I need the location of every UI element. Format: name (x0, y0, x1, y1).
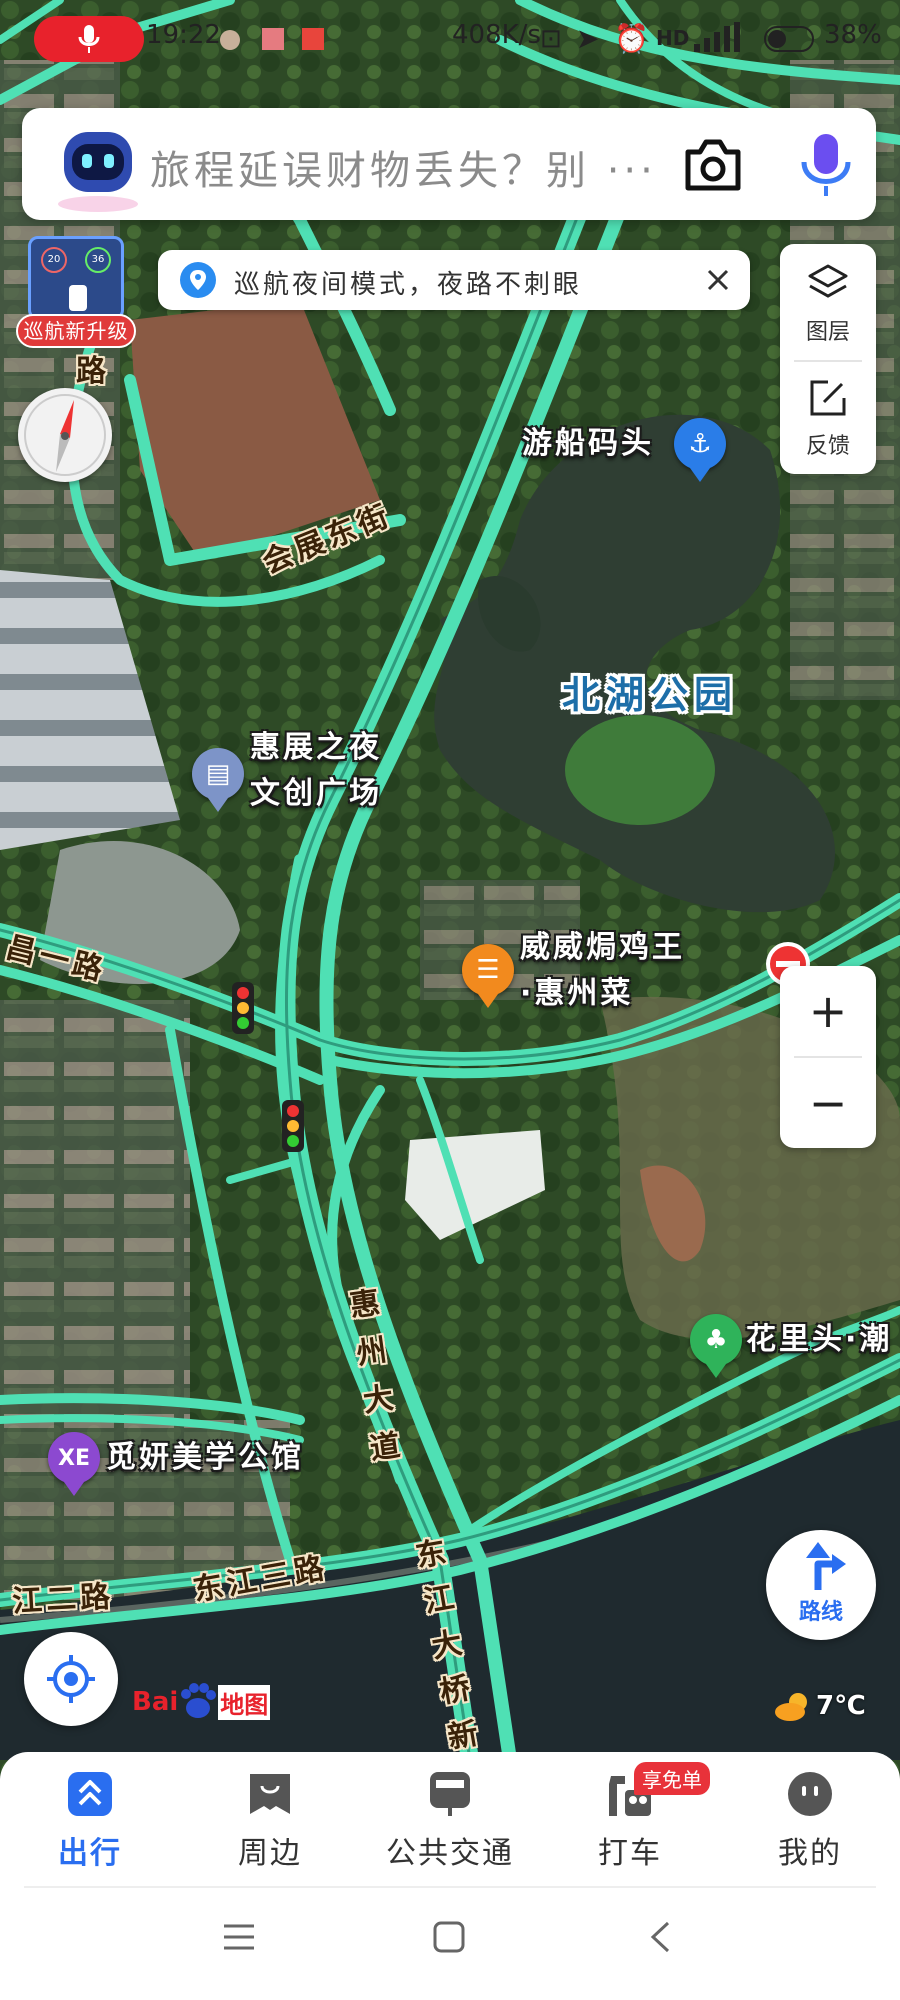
battery-icon (764, 26, 814, 52)
poi-pier[interactable]: 游船码头 (522, 424, 654, 464)
hd-icon: HD (656, 26, 690, 50)
poi-beauty[interactable]: 觅妍美学公馆 (106, 1438, 304, 1478)
cloudy-sun-icon (775, 1693, 807, 1721)
map-tools-panel: 图层 反馈 (780, 244, 876, 474)
tab-public-transit[interactable]: 公共交通 (370, 1770, 530, 1872)
poi-plaza-line2[interactable]: 文创广场 (250, 774, 382, 814)
feedback-button[interactable]: 反馈 (780, 372, 876, 472)
tab-label: 打车 (598, 1836, 662, 1871)
logo-text-map: 地图 (218, 1684, 271, 1720)
baidu-map-logo: Bai 地图 (132, 1682, 271, 1722)
zoom-in-button[interactable]: + (780, 966, 876, 1056)
anchor-icon[interactable]: ⚓ (674, 418, 726, 482)
layers-button[interactable]: 图层 (780, 258, 876, 358)
menu-icon[interactable] (222, 1922, 256, 1952)
poi-flower[interactable]: 花里头·潮 (746, 1320, 892, 1360)
home-icon[interactable] (432, 1920, 466, 1954)
route-arrow-icon (806, 1542, 846, 1590)
traffic-light-icon (232, 982, 254, 1034)
close-icon[interactable] (706, 268, 730, 292)
layers-icon (808, 264, 848, 298)
poi-restaurant-line2[interactable]: ·惠州菜 (520, 974, 633, 1014)
tab-label: 周边 (238, 1836, 302, 1871)
route-label: 路线 (798, 1600, 843, 1625)
nfc-icon: ⊡ (540, 24, 562, 54)
divider (24, 1886, 876, 1888)
paw-icon (181, 1683, 217, 1718)
road-label-jiang-er: 江二路 (11, 1579, 116, 1620)
tab-taxi[interactable]: 打车 享免单 (550, 1762, 710, 1872)
search-input[interactable]: 旅程延误财物丢失？别 ··· (150, 138, 657, 196)
profile-icon (788, 1772, 832, 1816)
traffic-light-icon (282, 1100, 304, 1152)
cruise-upgrade-label: 巡航新升级 (16, 314, 136, 348)
tab-label: 我的 (778, 1836, 842, 1871)
battery-percent: 38% (824, 20, 882, 50)
restaurant-icon[interactable]: ☰ (462, 944, 514, 1008)
road-label-fragment: 路 (76, 354, 110, 389)
layers-label: 图层 (805, 320, 850, 345)
network-speed: 408K/s (452, 20, 541, 50)
speed-limit-right: 36 (85, 247, 111, 273)
assistant-robot-icon[interactable] (50, 118, 146, 214)
status-bar: 19:22 408K/s ⊡ ➤ ⏰ HD 38% (0, 0, 900, 78)
cruise-panel: 20 36 (28, 236, 124, 320)
compass-icon (24, 394, 106, 476)
voice-recording-pill[interactable] (34, 16, 144, 62)
tab-label: 出行 (58, 1836, 122, 1871)
poi-restaurant-line1[interactable]: 威威焗鸡王 (520, 928, 685, 968)
search-bar[interactable]: 旅程延误财物丢失？别 ··· (22, 108, 876, 220)
logo-text-bai: Bai (132, 1687, 179, 1717)
night-mode-tip[interactable]: 巡航夜间模式，夜路不刺眼 (158, 250, 750, 310)
tab-nearby[interactable]: 周边 (190, 1770, 350, 1872)
microphone-icon (78, 25, 100, 53)
voice-search-icon[interactable] (798, 132, 854, 200)
cruise-mode-widget[interactable]: 20 36 巡航新升级 (16, 236, 136, 348)
back-icon[interactable] (648, 1920, 672, 1954)
tab-travel[interactable]: 出行 (10, 1770, 170, 1872)
scenic-icon[interactable]: ♣ (690, 1314, 742, 1378)
compass-button[interactable] (18, 388, 112, 482)
app-notification-icon (302, 28, 324, 50)
alarm-icon: ⏰ (614, 22, 649, 55)
building-icon[interactable]: ▤ (192, 748, 244, 812)
location-pin-icon (180, 262, 216, 298)
bus-icon (430, 1772, 470, 1816)
camera-icon[interactable] (682, 138, 744, 192)
location-arrow-icon: ➤ (576, 22, 600, 55)
app-notification-icon (220, 30, 240, 50)
mail-notification-icon (262, 28, 284, 50)
system-navigation-bar (0, 1890, 900, 2000)
zoom-control: + − (780, 966, 876, 1148)
zoom-out-button[interactable]: − (780, 1058, 876, 1148)
feedback-label: 反馈 (805, 434, 850, 459)
locate-me-button[interactable] (24, 1632, 118, 1726)
weather-widget[interactable]: 7℃ (774, 1686, 866, 1726)
car-icon (69, 285, 87, 311)
beauty-icon[interactable]: XE (48, 1432, 100, 1496)
route-button[interactable]: 路线 (766, 1530, 876, 1640)
locate-crosshair-icon (47, 1655, 95, 1703)
temperature: 7℃ (816, 1691, 866, 1721)
tab-label: 公共交通 (386, 1836, 514, 1871)
clock: 19:22 (146, 20, 221, 50)
tip-text: 巡航夜间模式，夜路不刺眼 (234, 270, 583, 300)
travel-icon (68, 1772, 112, 1816)
signal-icon (694, 22, 740, 52)
taxi-promo-badge: 享免单 (634, 1762, 710, 1795)
tab-profile[interactable]: 我的 (730, 1770, 890, 1872)
poi-plaza-line1[interactable]: 惠展之夜 (250, 728, 382, 768)
feedback-edit-icon (810, 380, 846, 416)
nearby-icon (250, 1774, 290, 1814)
poi-beihu-park[interactable]: 北湖公园 (562, 664, 738, 719)
speed-limit-left: 20 (41, 247, 67, 273)
divider (794, 360, 862, 362)
